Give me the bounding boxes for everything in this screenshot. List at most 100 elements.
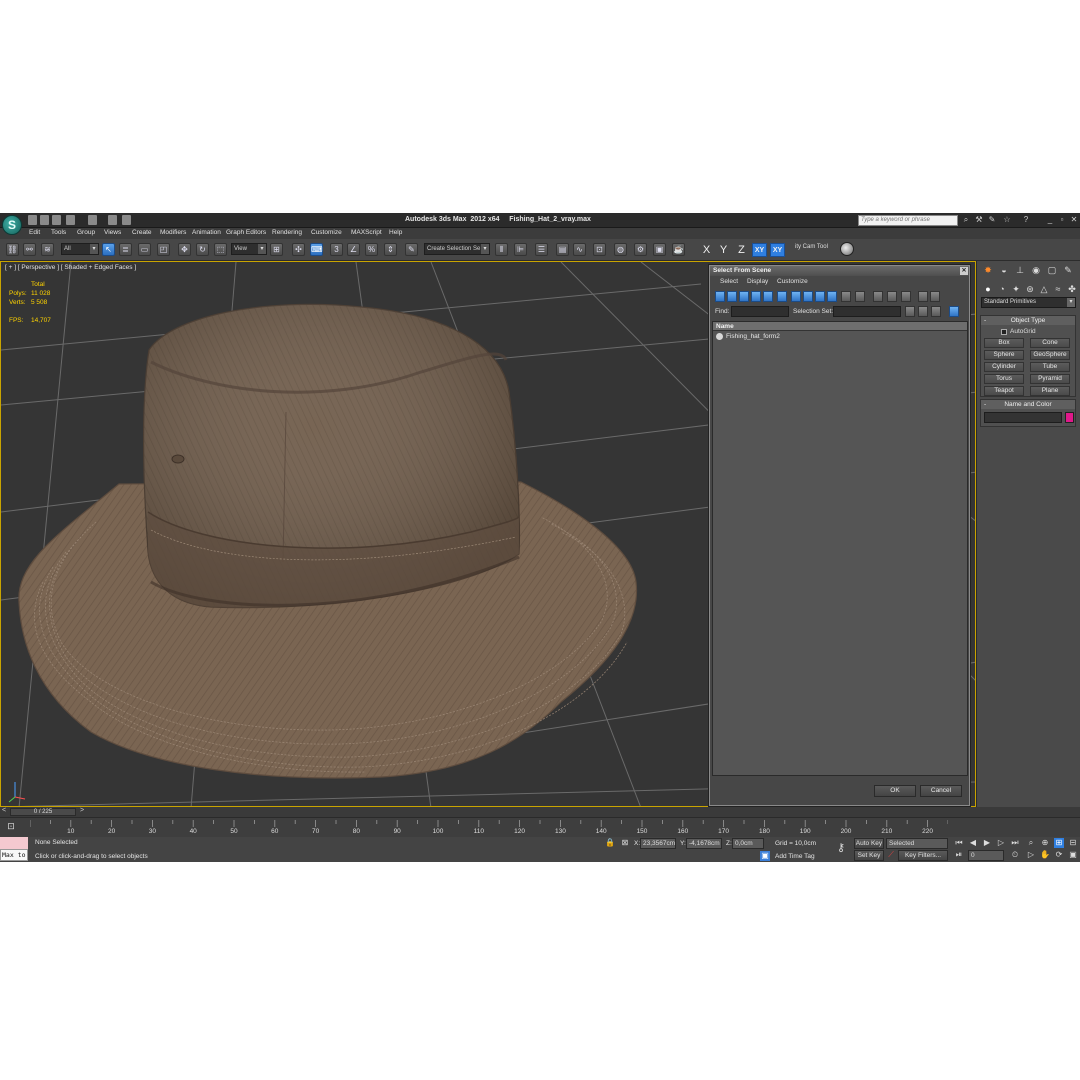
- schematic-view-icon[interactable]: ⊡: [593, 243, 606, 256]
- set-key-button[interactable]: Set Key: [854, 850, 884, 861]
- menu-create[interactable]: Create: [132, 229, 152, 236]
- tube-button[interactable]: Tube: [1030, 362, 1070, 372]
- align-icon[interactable]: ⊫: [514, 243, 527, 256]
- maxscript-listener[interactable]: Max to: [0, 837, 30, 862]
- axis-xy-button[interactable]: XY: [752, 243, 767, 257]
- display-geometry-icon[interactable]: [715, 291, 725, 302]
- redo-icon[interactable]: [88, 215, 97, 225]
- close-icon[interactable]: ✕: [1070, 216, 1078, 224]
- auto-key-button[interactable]: Auto Key: [854, 838, 884, 849]
- primitive-type-dropdown[interactable]: Standard Primitives ▾: [981, 297, 1076, 308]
- menu-tools[interactable]: Tools: [51, 229, 66, 236]
- edit-selection-set-icon[interactable]: [918, 306, 928, 317]
- cancel-button[interactable]: Cancel: [920, 785, 962, 797]
- geosphere-button[interactable]: GeoSphere: [1030, 350, 1070, 360]
- display-lights-icon[interactable]: [739, 291, 749, 302]
- set-key-mode-key-icon[interactable]: ⚷: [836, 843, 846, 854]
- space-warps-icon[interactable]: ≈: [1052, 283, 1064, 295]
- selection-filter-dropdown[interactable]: All ▾: [61, 243, 99, 255]
- reference-coordinate-dropdown[interactable]: View ▾: [231, 243, 267, 255]
- tab-motion-icon[interactable]: ◉: [1030, 264, 1042, 276]
- scale-icon[interactable]: ⬚: [214, 243, 227, 256]
- name-and-color-header[interactable]: - Name and Color: [981, 400, 1075, 409]
- field-of-view-icon[interactable]: ▷: [1026, 850, 1036, 860]
- axis-xy-plane-button[interactable]: XY: [770, 243, 785, 257]
- previous-key-icon[interactable]: ◀: [968, 838, 978, 848]
- favorites-star-icon[interactable]: ☆: [1003, 216, 1011, 224]
- project-folder-icon[interactable]: [108, 215, 117, 225]
- menu-rendering[interactable]: Rendering: [272, 229, 302, 236]
- app-logo-icon[interactable]: S: [2, 215, 22, 235]
- select-manipulate-icon[interactable]: ✣: [292, 243, 305, 256]
- menu-group[interactable]: Group: [77, 229, 95, 236]
- display-helpers-icon[interactable]: [763, 291, 773, 302]
- edit-named-selection-icon[interactable]: ✎: [405, 243, 418, 256]
- display-frozen-icon[interactable]: [841, 291, 851, 302]
- menu-views[interactable]: Views: [104, 229, 121, 236]
- render-setup-icon[interactable]: ⚙: [634, 243, 647, 256]
- display-xrefs-icon[interactable]: [803, 291, 813, 302]
- display-hidden-icon[interactable]: [855, 291, 865, 302]
- mini-curve-editor-icon[interactable]: ⊡: [4, 821, 18, 833]
- torus-button[interactable]: Torus: [984, 374, 1024, 384]
- display-groups-icon[interactable]: [791, 291, 801, 302]
- object-color-swatch[interactable]: [1065, 412, 1074, 423]
- dialog-title-bar[interactable]: Select From Scene ✕: [710, 266, 969, 276]
- filter-options-icon[interactable]: [930, 291, 940, 302]
- select-object-icon[interactable]: ↖: [102, 243, 115, 256]
- select-none-icon[interactable]: [887, 291, 897, 302]
- axis-y-button[interactable]: Y: [716, 243, 731, 257]
- orbit-icon[interactable]: ⟳: [1054, 850, 1064, 860]
- window-icon[interactable]: [122, 215, 131, 225]
- move-icon[interactable]: ✥: [178, 243, 191, 256]
- dialog-options-icon[interactable]: [949, 306, 959, 317]
- menu-animation[interactable]: Animation: [192, 229, 221, 236]
- systems-icon[interactable]: ✤: [1066, 283, 1078, 295]
- pan-view-icon[interactable]: ✋: [1040, 850, 1050, 860]
- tab-create-icon[interactable]: ✸: [982, 264, 994, 276]
- subscription-icon[interactable]: ⚒: [975, 216, 983, 224]
- key-filter-icon[interactable]: ⟋: [886, 850, 896, 860]
- select-by-name-icon[interactable]: ≣: [119, 243, 132, 256]
- menu-help[interactable]: Help: [389, 229, 402, 236]
- list-column-name[interactable]: Name: [713, 322, 967, 331]
- new-file-icon[interactable]: [28, 215, 37, 225]
- maximize-viewport-icon[interactable]: ▣: [1068, 850, 1078, 860]
- play-icon[interactable]: ▶: [982, 838, 992, 848]
- zoom-all-icon[interactable]: ⊕: [1040, 838, 1050, 848]
- tab-utilities-icon[interactable]: ✎: [1062, 264, 1074, 276]
- unlink-icon[interactable]: ⚯: [23, 243, 36, 256]
- camera-tool-ball-icon[interactable]: [840, 242, 854, 256]
- dialog-menu-customize[interactable]: Customize: [777, 278, 808, 285]
- selection-set-dropdown[interactable]: [833, 306, 901, 317]
- rectangular-selection-icon[interactable]: ▭: [138, 243, 151, 256]
- display-bones-icon[interactable]: [815, 291, 825, 302]
- window-crossing-icon[interactable]: ◰: [157, 243, 170, 256]
- sphere-button[interactable]: Sphere: [984, 350, 1024, 360]
- zoom-icon[interactable]: ⌕: [1026, 838, 1036, 848]
- material-editor-icon[interactable]: ◍: [614, 243, 627, 256]
- rotate-icon[interactable]: ↻: [196, 243, 209, 256]
- menu-graph-editors[interactable]: Graph Editors: [226, 229, 266, 236]
- cylinder-button[interactable]: Cylinder: [984, 362, 1024, 372]
- maximize-icon[interactable]: ▫: [1058, 216, 1066, 224]
- pivot-center-icon[interactable]: ⊞: [270, 243, 283, 256]
- mirror-icon[interactable]: ⫴: [495, 243, 508, 256]
- go-to-start-icon[interactable]: ⏮: [954, 838, 964, 848]
- helpers-icon[interactable]: △: [1038, 283, 1050, 295]
- key-mode-toggle-icon[interactable]: ⏯: [954, 850, 964, 860]
- rendered-frame-window-icon[interactable]: ▣: [653, 243, 666, 256]
- menu-modifiers[interactable]: Modifiers: [160, 229, 186, 236]
- teapot-button[interactable]: Teapot: [984, 386, 1024, 396]
- render-production-icon[interactable]: ☕: [672, 243, 685, 256]
- save-file-icon[interactable]: [52, 215, 61, 225]
- autogrid-checkbox[interactable]: AutoGrid: [1001, 328, 1036, 335]
- cameras-icon[interactable]: ⊛: [1024, 283, 1036, 295]
- zoom-extents-icon[interactable]: ⊞: [1054, 838, 1064, 848]
- delete-selection-set-icon[interactable]: [931, 306, 941, 317]
- tab-display-icon[interactable]: ▢: [1046, 264, 1058, 276]
- axis-x-button[interactable]: X: [699, 243, 714, 257]
- help-icon[interactable]: ?: [1022, 216, 1030, 224]
- menu-edit[interactable]: Edit: [29, 229, 40, 236]
- viewport-label[interactable]: [ + ] [ Perspective ] [ Shaded + Edged F…: [5, 264, 136, 271]
